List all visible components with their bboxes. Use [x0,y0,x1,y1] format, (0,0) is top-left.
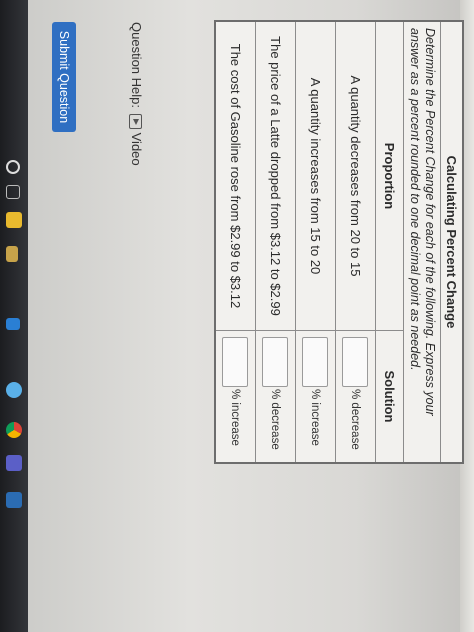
answer-input-3[interactable] [262,337,289,387]
video-label: Video [129,132,144,166]
table-instructions: Determine the Percent Change for each of… [403,22,440,462]
proportion-cell: A quantity increases from 15 to 20 [296,22,335,331]
unit-label: % increase [229,389,242,446]
video-link[interactable]: Video [128,114,144,166]
header-solution: Solution [382,370,397,423]
unit-label: % increase [309,389,322,446]
unit-label: % decrease [349,389,362,450]
unit-label: % decrease [269,389,282,450]
solution-cell: % decrease [336,331,375,462]
table-header-row: Proportion Solution [375,22,403,462]
header-proportion: Proportion [376,22,403,331]
proportion-cell: The price of a Latte dropped from $3.12 … [256,22,295,331]
solution-cell: % increase [296,331,335,462]
table-row: A quantity decreases from 20 to 15 % dec… [335,22,375,462]
video-icon [128,114,142,129]
solution-cell: % decrease [256,331,295,462]
percent-change-table: Calculating Percent Change Determine the… [214,20,464,464]
table-title: Calculating Percent Change [440,22,462,462]
solution-cell: % increase [216,331,255,462]
submit-question-button[interactable]: Submit Question [52,22,76,132]
answer-input-2[interactable] [302,337,329,387]
question-help: Question Help: Video [128,22,144,166]
answer-input-4[interactable] [222,337,249,387]
table-row: A quantity increases from 15 to 20 % inc… [295,22,335,462]
proportion-cell: The cost of Gasoline rose from $2.99 to … [216,22,255,331]
homework-page: Calculating Percent Change Determine the… [0,0,474,632]
rotated-page: Calculating Percent Change Determine the… [0,0,474,632]
answer-input-1[interactable] [342,337,369,387]
table-row: The price of a Latte dropped from $3.12 … [255,22,295,462]
table-row: The cost of Gasoline rose from $2.99 to … [216,22,255,462]
question-help-label: Question Help: [128,22,144,108]
proportion-cell: A quantity decreases from 20 to 15 [336,22,375,331]
